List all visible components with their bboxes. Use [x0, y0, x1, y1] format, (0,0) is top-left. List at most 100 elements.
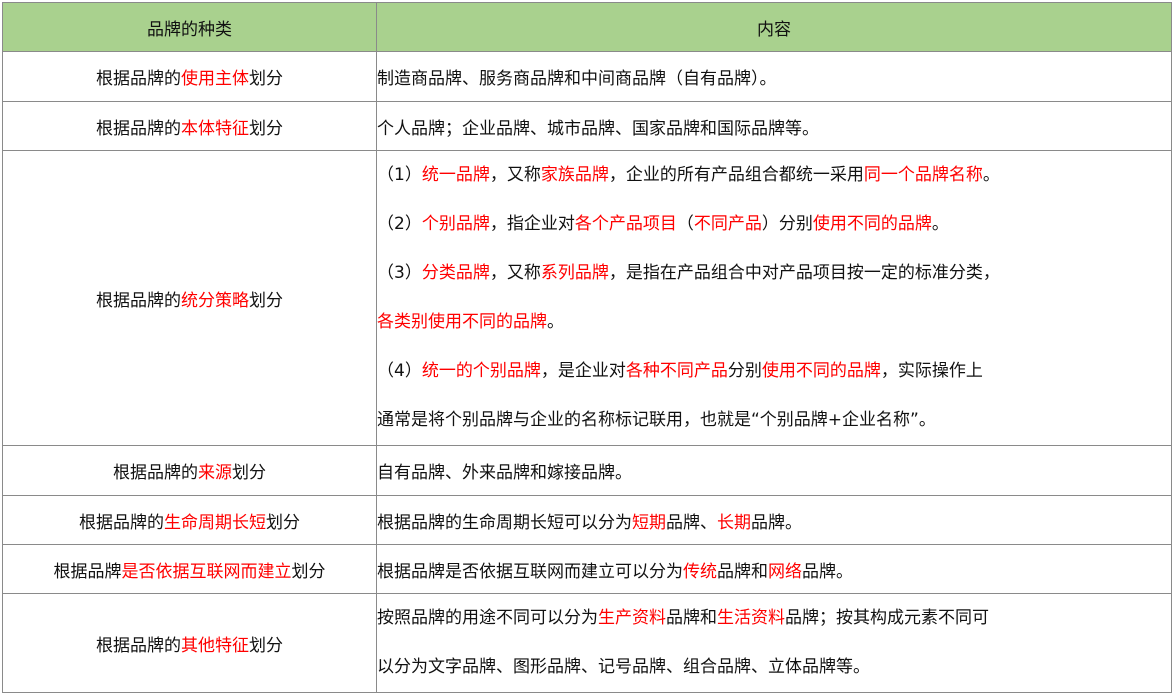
text-segment: 品牌；按其构成元素不同可 [785, 608, 989, 628]
text-segment: （1） [377, 165, 422, 185]
highlighted-text: 是否依据互联网而建立 [121, 561, 292, 582]
highlighted-text: 使用主体 [181, 69, 249, 89]
text-segment: 品牌和 [666, 608, 717, 628]
text-segment: 按照品牌的用途不同可以分为 [377, 608, 598, 628]
text-segment: ，是企业对 [540, 361, 626, 381]
table-row: 根据品牌是否依据互联网而建立划分 根据品牌是否依据互联网而建立可以分为传统品牌和网… [2, 544, 1172, 594]
text-segment: 根据品牌的生命周期长短可以分为 [377, 512, 632, 533]
highlighted-text: 统一品牌 [421, 165, 490, 185]
text-segment: ，实际操作上 [880, 361, 983, 381]
text-segment: 。 [547, 312, 564, 332]
text-segment: 根据品牌的 [79, 512, 164, 533]
text-segment: 制造商品牌、服务商品牌和中间商品牌（自有品牌）。 [377, 69, 777, 89]
content-line: 根据品牌是否依据互联网而建立可以分为传统品牌和网络品牌。 [377, 557, 1171, 582]
highlighted-text: 分类品牌 [421, 263, 490, 283]
table-row: 根据品牌的其他特征划分 按照品牌的用途不同可以分为生产资料品牌和生活资料品牌；按其… [2, 593, 1172, 693]
highlighted-text: 各类别使用不同的品牌 [377, 312, 547, 332]
text-segment: ，是指在产品组合中对产品项目按一定的标准分类， [608, 263, 1000, 283]
brand-category-cell: 根据品牌是否依据互联网而建立划分 [2, 544, 377, 594]
brand-category-cell: 根据品牌的生命周期长短划分 [2, 495, 377, 545]
header-brand-type: 品牌的种类 [2, 2, 377, 52]
header-content: 内容 [376, 2, 1172, 52]
brand-category-cell: 根据品牌的使用主体划分 [2, 51, 377, 102]
text-segment: 自有品牌、外来品牌和嫁接品牌。 [377, 463, 632, 483]
content-line: 根据品牌的生命周期长短可以分为短期品牌、长期品牌。 [377, 508, 1171, 533]
highlighted-text: 其他特征 [181, 635, 249, 656]
brand-content-cell: 制造商品牌、服务商品牌和中间商品牌（自有品牌）。 [376, 51, 1172, 102]
content-line: 通常是将个别品牌与企业的名称标记联用，也就是“个别品牌+企业名称”。 [377, 396, 1171, 445]
text-segment: 根据品牌是否依据互联网而建立可以分为 [377, 561, 683, 582]
content-line: 按照品牌的用途不同可以分为生产资料品牌和生活资料品牌；按其构成元素不同可 [377, 594, 1171, 643]
highlighted-text: 各种不同产品 [625, 361, 728, 381]
highlighted-text: 系列品牌 [540, 263, 609, 283]
text-segment: ）分别 [761, 214, 813, 234]
text-segment: 。 [982, 165, 1000, 185]
text-segment: 品牌。 [802, 561, 853, 582]
table-row: 根据品牌的来源划分 自有品牌、外来品牌和嫁接品牌。 [2, 445, 1172, 496]
highlighted-text: 同一个品牌名称 [863, 165, 983, 185]
text-segment: ，企业的所有产品组合都统一采用 [608, 165, 864, 185]
content-line: （3）分类品牌，又称系列品牌，是指在产品组合中对产品项目按一定的标准分类， [377, 249, 1171, 298]
content-line: （4）统一的个别品牌，是企业对各种不同产品分别使用不同的品牌，实际操作上 [377, 347, 1171, 396]
highlighted-text: 生活资料 [717, 608, 785, 628]
highlighted-text: 家族品牌 [540, 165, 609, 185]
highlighted-text: 不同产品 [693, 214, 762, 234]
content-line: 制造商品牌、服务商品牌和中间商品牌（自有品牌）。 [377, 64, 1171, 89]
content-line: 个人品牌；企业品牌、城市品牌、国家品牌和国际品牌等。 [377, 114, 1171, 139]
highlighted-text: 各个产品项目 [574, 214, 677, 234]
text-segment: 分别 [727, 361, 762, 381]
brand-category-cell: 根据品牌的其他特征划分 [2, 593, 377, 693]
brand-types-table: 品牌的种类 内容 根据品牌的使用主体划分 制造商品牌、服务商品牌和中间商品牌（自有… [2, 2, 1172, 693]
highlighted-text: 统分策略 [181, 290, 249, 311]
text-segment: 以分为文字品牌、图形品牌、记号品牌、组合品牌、立体品牌等。 [377, 657, 870, 677]
text-segment: 划分 [291, 561, 326, 582]
text-segment: 。 [931, 214, 949, 234]
content-line: （1）统一品牌，又称家族品牌，企业的所有产品组合都统一采用同一个品牌名称。 [377, 151, 1171, 200]
text-segment: 划分 [249, 69, 283, 89]
text-segment: 通常是将个别品牌与企业的名称标记联用，也就是“个别品牌+企业名称”。 [377, 410, 936, 430]
highlighted-text: 本体特征 [181, 118, 249, 139]
table-body: 根据品牌的使用主体划分 制造商品牌、服务商品牌和中间商品牌（自有品牌）。 根据品牌的… [2, 51, 1172, 693]
content-line: 以分为文字品牌、图形品牌、记号品牌、组合品牌、立体品牌等。 [377, 643, 1171, 692]
text-segment: 根据品牌的 [96, 290, 181, 311]
table-row: 根据品牌的生命周期长短划分 根据品牌的生命周期长短可以分为短期品牌、长期品牌。 [2, 495, 1172, 545]
text-segment: 根据品牌的 [96, 635, 181, 656]
brand-content-cell: 自有品牌、外来品牌和嫁接品牌。 [376, 445, 1172, 496]
text-segment: 根据品牌的 [96, 69, 181, 89]
text-segment: ，指企业对 [489, 214, 575, 234]
highlighted-text: 长期 [717, 512, 751, 533]
table-row: 根据品牌的使用主体划分 制造商品牌、服务商品牌和中间商品牌（自有品牌）。 [2, 51, 1172, 102]
highlighted-text: 使用不同的品牌 [812, 214, 932, 234]
text-segment: 划分 [232, 463, 266, 483]
text-segment: 划分 [266, 512, 300, 533]
brand-category-cell: 根据品牌的来源划分 [2, 445, 377, 496]
brand-content-cell: 个人品牌；企业品牌、城市品牌、国家品牌和国际品牌等。 [376, 101, 1172, 151]
text-segment: 品牌。 [751, 512, 802, 533]
text-segment: 划分 [249, 118, 283, 139]
text-segment: 根据品牌的 [113, 463, 198, 483]
text-segment: 品牌和 [717, 561, 768, 582]
highlighted-text: 传统 [683, 561, 717, 582]
highlighted-text: 统一的个别品牌 [421, 361, 541, 381]
content-line: （2）个别品牌，指企业对各个产品项目（不同产品）分别使用不同的品牌。 [377, 200, 1171, 249]
highlighted-text: 个别品牌 [421, 214, 490, 234]
text-segment: 根据品牌 [53, 561, 122, 582]
text-segment: ，又称 [489, 263, 541, 283]
text-segment: 根据品牌的 [96, 118, 181, 139]
text-segment: （4） [377, 361, 422, 381]
text-segment: （3） [377, 263, 422, 283]
content-line: 自有品牌、外来品牌和嫁接品牌。 [377, 458, 1171, 483]
text-segment: （2） [377, 214, 422, 234]
highlighted-text: 使用不同的品牌 [761, 361, 881, 381]
text-segment: （ [676, 214, 694, 234]
brand-content-cell: 根据品牌是否依据互联网而建立可以分为传统品牌和网络品牌。 [376, 544, 1172, 594]
brand-category-cell: 根据品牌的统分策略划分 [2, 150, 377, 446]
brand-content-cell: （1）统一品牌，又称家族品牌，企业的所有产品组合都统一采用同一个品牌名称。 （2）… [376, 150, 1172, 446]
brand-category-cell: 根据品牌的本体特征划分 [2, 101, 377, 151]
highlighted-text: 短期 [632, 512, 666, 533]
brand-content-cell: 按照品牌的用途不同可以分为生产资料品牌和生活资料品牌；按其构成元素不同可以分为文… [376, 593, 1172, 693]
highlighted-text: 生命周期长短 [164, 512, 266, 533]
text-segment: 品牌、 [666, 512, 717, 533]
highlighted-text: 网络 [768, 561, 802, 582]
highlighted-text: 生产资料 [598, 608, 666, 628]
